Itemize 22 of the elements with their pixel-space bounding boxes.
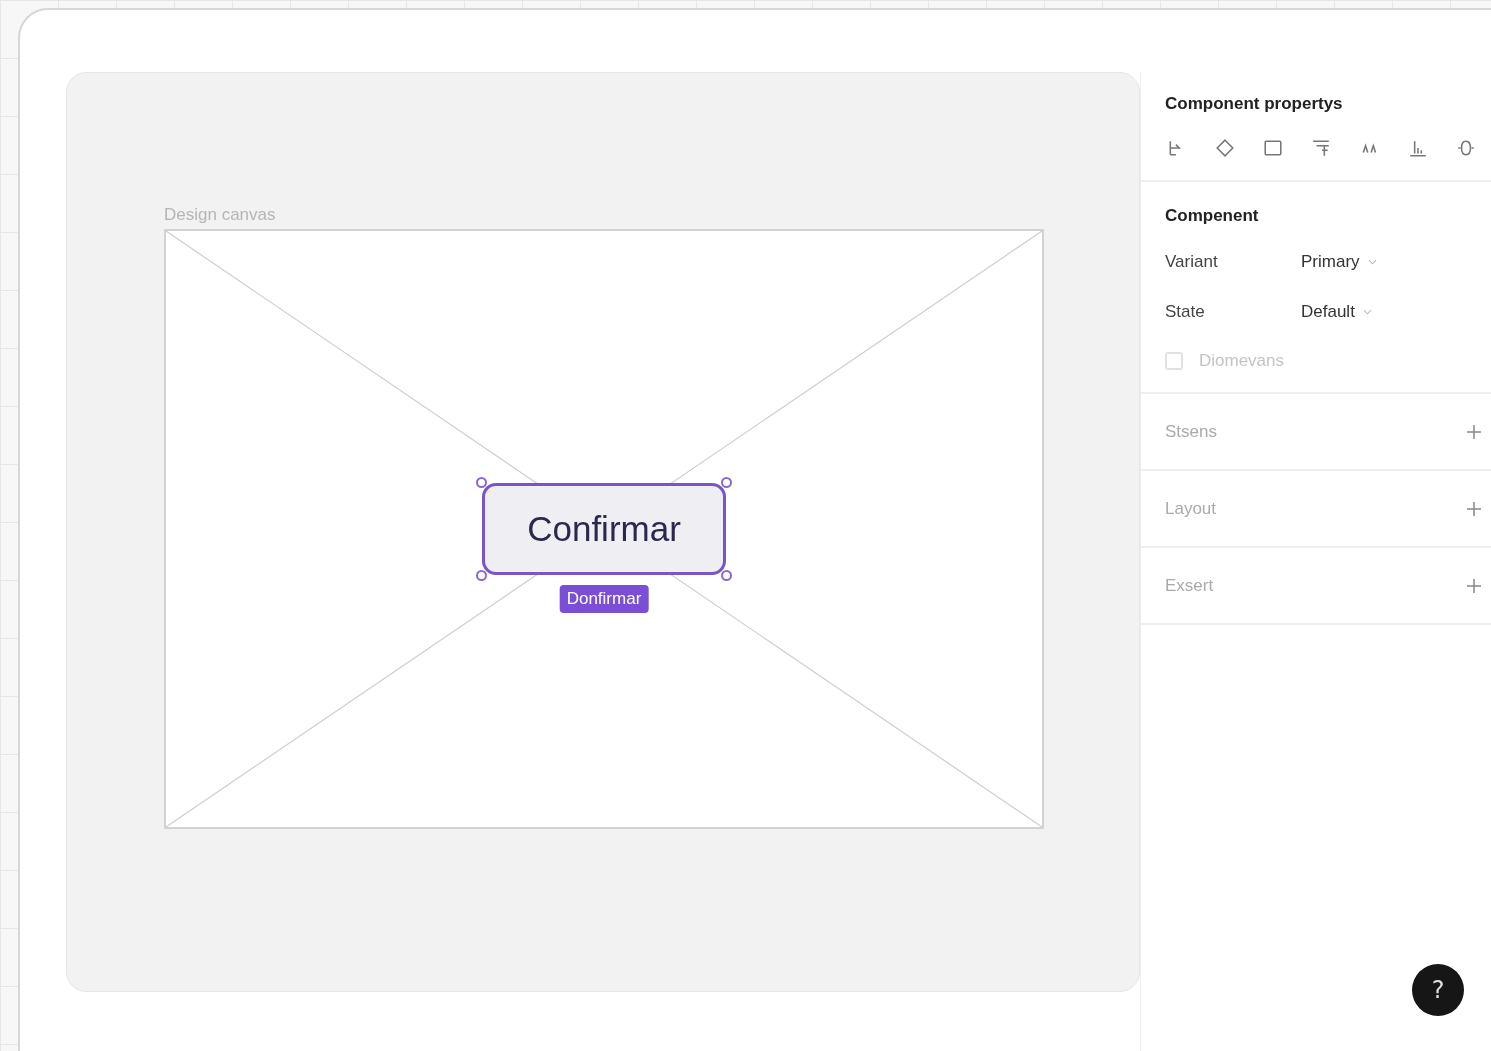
resize-handle[interactable] — [476, 570, 487, 581]
dropdown[interactable]: Primary — [1301, 252, 1377, 272]
checkbox-label: Diomevans — [1199, 351, 1285, 371]
add-icon[interactable] — [1466, 423, 1482, 440]
section-title: Stsens — [1165, 421, 1217, 442]
resize-handle[interactable] — [476, 477, 487, 488]
resize-handle[interactable] — [721, 570, 732, 581]
dropdown[interactable]: Default — [1301, 302, 1372, 322]
chevron-down-icon — [1367, 259, 1377, 265]
add-icon[interactable] — [1466, 500, 1482, 517]
section-title: Compenent — [1165, 206, 1260, 226]
section-title: Layout — [1165, 498, 1217, 519]
component-name-tag: Donfirmar — [559, 585, 649, 613]
add-icon[interactable] — [1466, 577, 1482, 594]
component-button[interactable]: Confirmar — [482, 483, 726, 575]
field-label: Variant — [1165, 252, 1219, 272]
panel-title: Component propertys — [1165, 94, 1344, 114]
field-label: State — [1165, 302, 1206, 322]
canvas-label: Design canvas — [164, 205, 277, 226]
resize-handle[interactable] — [721, 477, 732, 488]
section-title: Exsert — [1165, 575, 1214, 596]
chevron-down-icon — [1362, 309, 1372, 315]
